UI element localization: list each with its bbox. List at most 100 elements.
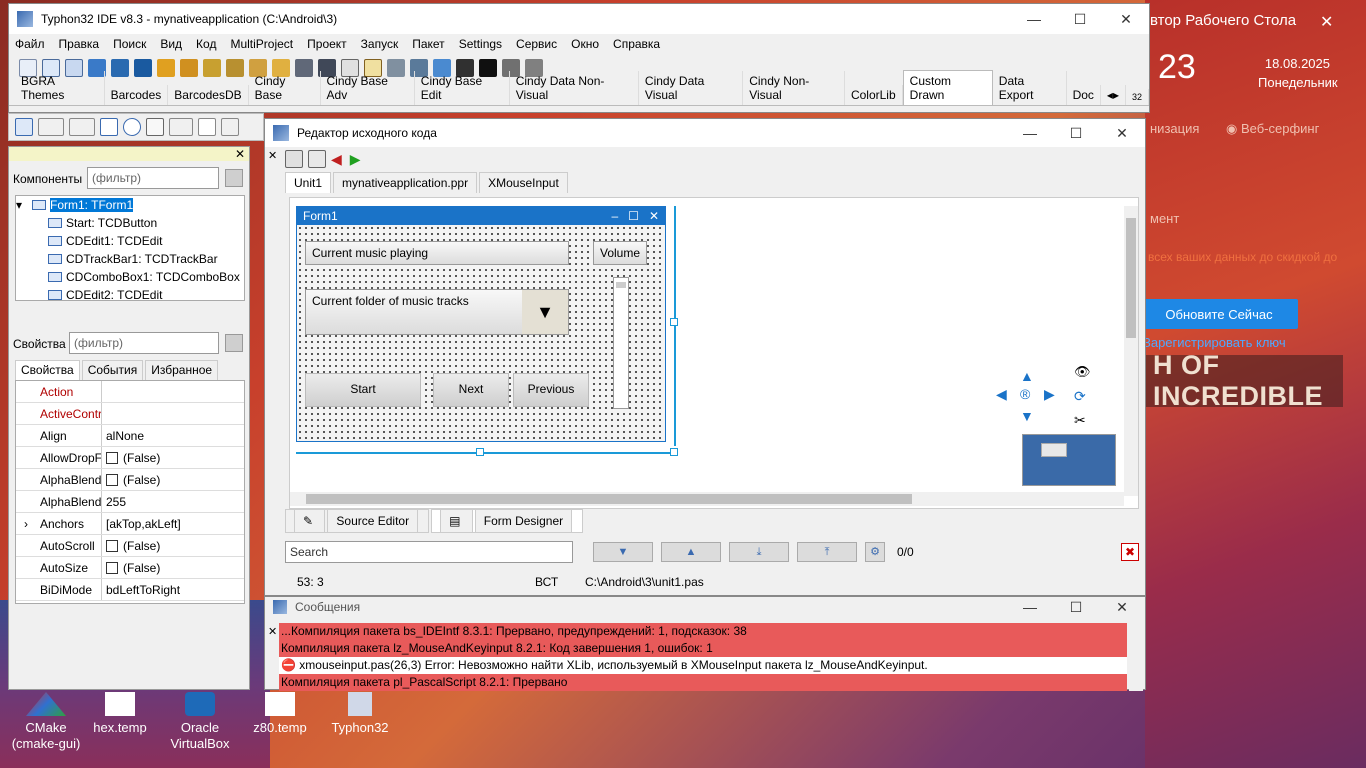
- tree-item[interactable]: CDEdit2: TCDEdit: [16, 286, 244, 300]
- menu-run[interactable]: Запуск: [361, 37, 399, 51]
- down-arrow-icon[interactable]: ▼: [1020, 408, 1034, 424]
- property-row[interactable]: AutoScroll (False): [16, 535, 244, 557]
- search-options-icon[interactable]: ⚙: [865, 542, 885, 562]
- tab-favorites[interactable]: Избранное: [145, 360, 219, 380]
- checkbox[interactable]: [106, 474, 118, 486]
- page-menu-icon[interactable]: [308, 150, 326, 168]
- search-up-button[interactable]: ▲: [661, 542, 721, 562]
- tab-events[interactable]: События: [81, 360, 144, 380]
- search-input[interactable]: Search: [285, 541, 573, 563]
- trackbar-thumb[interactable]: [616, 282, 626, 288]
- cd-combobox-folder[interactable]: Current folder of music tracks ▼: [305, 289, 569, 335]
- resize-handle[interactable]: [476, 448, 484, 456]
- register-key-link[interactable]: Зарегистрировать ключ: [1143, 335, 1286, 350]
- resize-handle[interactable]: [670, 448, 678, 456]
- minimap-viewport[interactable]: [1041, 443, 1067, 457]
- expand-icon[interactable]: ›: [24, 517, 28, 531]
- property-row[interactable]: BiDiMode bdLeftToRight: [16, 579, 244, 601]
- cd-label-icon[interactable]: [221, 118, 239, 136]
- property-value[interactable]: (False): [102, 535, 244, 556]
- cd-edit-music-playing[interactable]: Current music playing: [305, 241, 569, 265]
- left-arrow-icon[interactable]: ◀: [996, 386, 1007, 403]
- vertical-scrollbar[interactable]: [1129, 623, 1143, 691]
- pointer-icon[interactable]: [15, 118, 33, 136]
- property-value[interactable]: (False): [102, 469, 244, 490]
- cd-edit-icon[interactable]: [69, 118, 95, 136]
- menu-settings[interactable]: Settings: [459, 37, 502, 51]
- up-arrow-icon[interactable]: ▲: [1020, 368, 1034, 384]
- widget-org-link[interactable]: низация: [1150, 121, 1199, 136]
- maximize-button[interactable]: ☐: [1057, 11, 1103, 28]
- cd-radio-icon[interactable]: [123, 118, 141, 136]
- form1-window[interactable]: Form1 – ☐ ✕ Current music playing Volume…: [296, 206, 666, 442]
- eye-icon[interactable]: 👁: [1074, 364, 1091, 380]
- checkbox[interactable]: [106, 562, 118, 574]
- checkbox[interactable]: [106, 452, 118, 464]
- cd-trackbar-icon[interactable]: [169, 118, 193, 136]
- menu-help[interactable]: Справка: [613, 37, 660, 51]
- message-line[interactable]: ...Компиляция пакета bs_IDEIntf 8.3.1: П…: [279, 623, 1127, 640]
- package-find-icon[interactable]: [226, 59, 244, 77]
- palette-tab[interactable]: BGRA Themes: [15, 71, 105, 105]
- property-value[interactable]: (False): [102, 447, 244, 468]
- close-button[interactable]: ✕: [1099, 125, 1145, 142]
- package-add-icon[interactable]: [203, 59, 221, 77]
- widget-close-icon[interactable]: ✕: [1320, 12, 1333, 32]
- palette-scroll-icon[interactable]: ◂▸: [1101, 85, 1126, 105]
- close-button[interactable]: ✕: [1103, 11, 1149, 28]
- menu-code[interactable]: Код: [196, 37, 216, 51]
- tab-form-designer[interactable]: ▤ Form Designer: [431, 509, 584, 533]
- property-value[interactable]: 255: [102, 491, 244, 512]
- menu-service[interactable]: Сервис: [516, 37, 557, 51]
- next-button[interactable]: Next: [433, 373, 509, 407]
- message-line[interactable]: Компиляция пакета lz_MouseAndKeyinput 8.…: [279, 640, 1127, 657]
- palette-tab[interactable]: Data Export: [993, 71, 1067, 105]
- palette-tab[interactable]: BarcodesDB: [168, 85, 249, 105]
- chevron-down-icon[interactable]: ▼: [522, 290, 568, 334]
- cd-button-icon[interactable]: [38, 118, 64, 136]
- property-value[interactable]: [akTop,akLeft]: [102, 513, 244, 534]
- property-row[interactable]: ActiveControl: [16, 403, 244, 425]
- property-row[interactable]: AllowDropFiles (False): [16, 447, 244, 469]
- desktop-icon-typhon32[interactable]: Typhon32: [320, 692, 400, 736]
- previous-button[interactable]: Previous: [513, 373, 589, 407]
- new-page-icon[interactable]: [285, 150, 303, 168]
- cd-listbox-icon[interactable]: [146, 118, 164, 136]
- message-line[interactable]: Компиляция пакета pl_PascalScript 8.2.1:…: [279, 674, 1127, 691]
- palette-tab[interactable]: Cindy Data Non-Visual: [510, 71, 639, 105]
- desktop-icon-z80-temp[interactable]: z80.temp: [240, 692, 320, 736]
- right-arrow-icon[interactable]: ▶: [1044, 386, 1055, 403]
- search-icon[interactable]: [134, 59, 152, 77]
- tree-item-form1[interactable]: ▾ Form1: TForm1: [16, 196, 244, 214]
- property-value[interactable]: [102, 403, 244, 424]
- menu-package[interactable]: Пакет: [412, 37, 444, 51]
- cd-checkbox-icon[interactable]: [100, 118, 118, 136]
- menu-multiproject[interactable]: MultiProject: [230, 37, 293, 51]
- tree-item[interactable]: CDEdit1: TCDEdit: [16, 232, 244, 250]
- search-down-button[interactable]: ▼: [593, 542, 653, 562]
- menu-project[interactable]: Проект: [307, 37, 347, 51]
- palette-tab[interactable]: Cindy Base Adv: [321, 71, 415, 105]
- package-icon[interactable]: [157, 59, 175, 77]
- tab-properties[interactable]: Свойства: [15, 360, 80, 380]
- property-row[interactable]: AlphaBlend (False): [16, 469, 244, 491]
- forward-arrow-icon[interactable]: ▶: [350, 151, 361, 168]
- designer-minimap[interactable]: [1022, 434, 1116, 486]
- volume-label[interactable]: Volume: [593, 241, 647, 265]
- filter-clear-icon[interactable]: [225, 334, 243, 352]
- palette-tab[interactable]: Cindy Base: [249, 71, 321, 105]
- checkbox[interactable]: [106, 540, 118, 552]
- find-icon[interactable]: [111, 59, 129, 77]
- close-icon[interactable]: ✕: [268, 625, 277, 638]
- tree-item[interactable]: CDComboBox1: TCDComboBox: [16, 268, 244, 286]
- tree-item[interactable]: Start: TCDButton: [16, 214, 244, 232]
- menu-view[interactable]: Вид: [160, 37, 182, 51]
- tab-ppr[interactable]: mynativeapplication.ppr: [333, 172, 478, 193]
- desktop-icon-virtualbox[interactable]: Oracle VirtualBox: [160, 692, 240, 752]
- start-button[interactable]: Start: [305, 373, 421, 407]
- search-first-button[interactable]: ⤒: [797, 542, 857, 562]
- close-icon[interactable]: ✖: [1121, 543, 1139, 561]
- menu-edit[interactable]: Правка: [59, 37, 100, 51]
- update-now-button[interactable]: Обновите Сейчас: [1140, 299, 1298, 329]
- cd-trackbar-volume[interactable]: [613, 277, 629, 409]
